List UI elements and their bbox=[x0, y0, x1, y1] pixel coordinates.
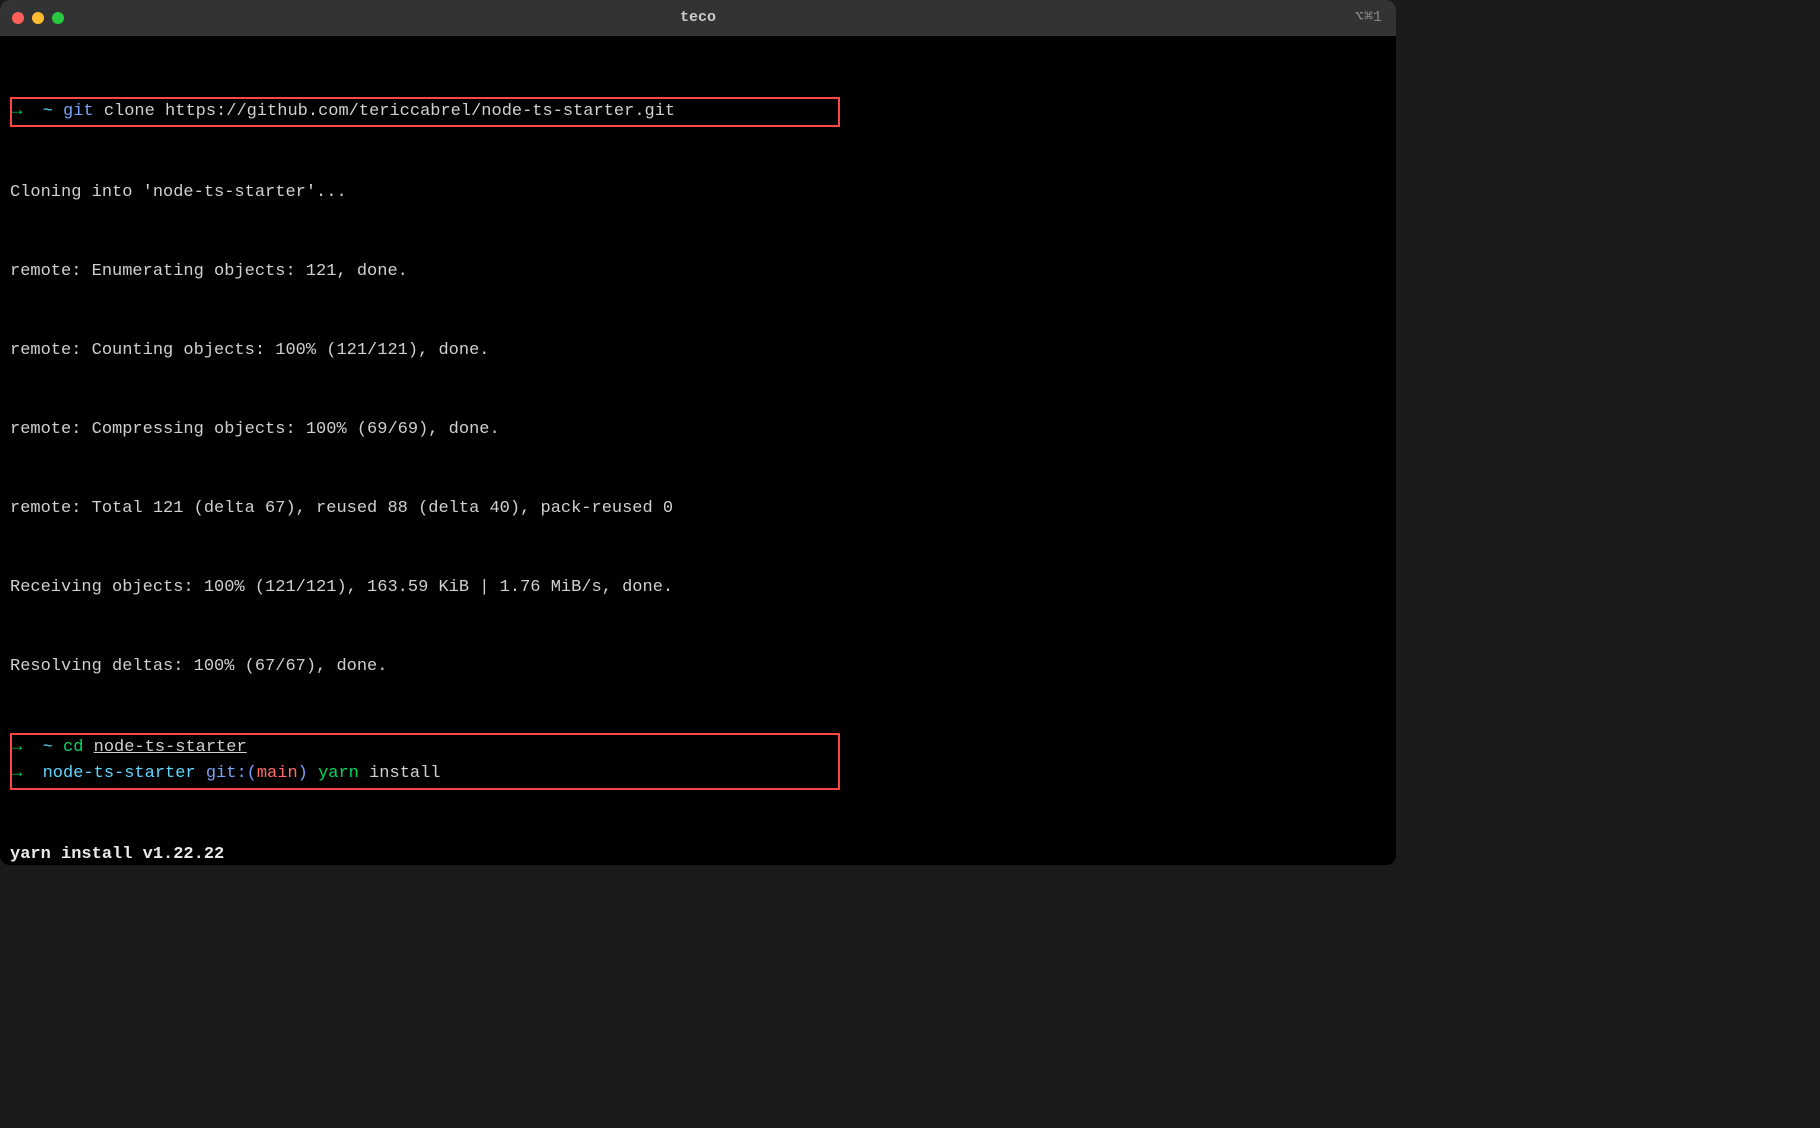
cmd-cd: cd bbox=[63, 738, 83, 757]
window-title: teco bbox=[680, 6, 716, 29]
cwd-name: node-ts-starter bbox=[43, 764, 196, 783]
cwd-home: ~ bbox=[43, 738, 53, 757]
output-line: remote: Total 121 (delta 67), reused 88 … bbox=[10, 496, 1386, 522]
git-branch: main bbox=[257, 764, 298, 783]
terminal-window: teco ⌥⌘1 → ~ git clone https://github.co… bbox=[0, 0, 1396, 865]
cwd-home: ~ bbox=[43, 102, 53, 121]
prompt-arrow-icon: → bbox=[12, 738, 22, 757]
output-line: Receiving objects: 100% (121/121), 163.5… bbox=[10, 575, 1386, 601]
output-line: remote: Enumerating objects: 121, done. bbox=[10, 259, 1386, 285]
minimize-button[interactable] bbox=[32, 12, 44, 24]
close-button[interactable] bbox=[12, 12, 24, 24]
maximize-button[interactable] bbox=[52, 12, 64, 24]
prompt-line-yarn-install: → node-ts-starter git:(main) yarn instal… bbox=[12, 761, 838, 787]
prompt-line-git-clone: → ~ git clone https://github.com/tericca… bbox=[12, 99, 838, 125]
git-clone-args: clone https://github.com/tericcabrel/nod… bbox=[104, 102, 675, 121]
titlebar[interactable]: teco ⌥⌘1 bbox=[0, 0, 1396, 36]
output-line: Cloning into 'node-ts-starter'... bbox=[10, 180, 1386, 206]
highlight-box-2: → ~ cd node-ts-starter→ node-ts-starter … bbox=[10, 733, 840, 790]
output-line: remote: Counting objects: 100% (121/121)… bbox=[10, 338, 1386, 364]
output-line: remote: Compressing objects: 100% (69/69… bbox=[10, 417, 1386, 443]
cmd-yarn: yarn bbox=[318, 764, 359, 783]
output-line: Resolving deltas: 100% (67/67), done. bbox=[10, 654, 1386, 680]
git-label: git:( bbox=[206, 764, 257, 783]
prompt-line-cd: → ~ cd node-ts-starter bbox=[12, 735, 838, 761]
yarn-install-header: yarn install v1.22.22 bbox=[10, 842, 1386, 865]
git-label-close: ) bbox=[298, 764, 308, 783]
yarn-subcmd: install bbox=[369, 764, 440, 783]
traffic-lights bbox=[12, 12, 64, 24]
cmd-git: git bbox=[63, 102, 94, 121]
terminal-content[interactable]: → ~ git clone https://github.com/tericca… bbox=[0, 36, 1396, 865]
prompt-arrow-icon: → bbox=[12, 102, 22, 121]
prompt-arrow-icon: → bbox=[12, 764, 22, 783]
window-shortcut-label: ⌥⌘1 bbox=[1355, 6, 1382, 29]
cd-target: node-ts-starter bbox=[94, 738, 247, 757]
highlight-box-1: → ~ git clone https://github.com/tericca… bbox=[10, 97, 840, 127]
